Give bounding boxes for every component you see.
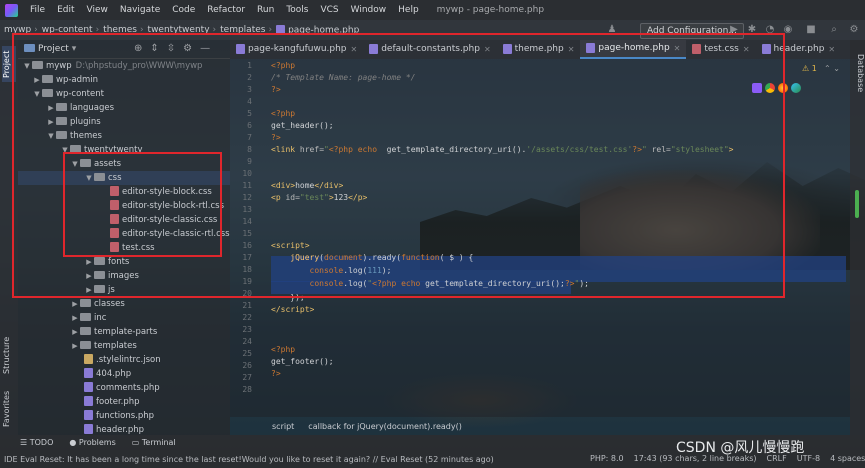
line-number: 24 bbox=[242, 337, 252, 346]
line-number: 22 bbox=[242, 313, 252, 322]
chevron-right-icon: ▶ bbox=[72, 314, 78, 322]
menu-edit[interactable]: Edit bbox=[51, 5, 80, 15]
info-icon: ● bbox=[69, 438, 77, 447]
line-number: 27 bbox=[242, 373, 252, 382]
problems-label: Problems bbox=[78, 438, 116, 447]
menu-view[interactable]: View bbox=[81, 5, 114, 15]
menu-code[interactable]: Code bbox=[166, 5, 201, 15]
php-file-icon bbox=[84, 409, 93, 420]
code-breadcrumb: script callback for jQuery(document).rea… bbox=[230, 419, 790, 433]
tree-item-label: inc bbox=[94, 313, 107, 323]
menu-window[interactable]: Window bbox=[345, 5, 393, 15]
settings-icon[interactable]: ⚙ bbox=[848, 24, 860, 36]
php-version[interactable]: PHP: 8.0 bbox=[590, 454, 624, 463]
tree-item[interactable]: ▶ template-parts bbox=[70, 325, 157, 339]
tree-item[interactable]: ▶ inc bbox=[70, 311, 106, 325]
menu-navigate[interactable]: Navigate bbox=[114, 5, 166, 15]
code-line: </script> bbox=[271, 305, 315, 314]
terminal-icon: ▭ bbox=[131, 438, 140, 447]
code-breadcrumb-item[interactable]: callback for jQuery(document).ready() bbox=[308, 422, 462, 431]
tree-item[interactable]: .stylelintrc.json bbox=[84, 353, 161, 367]
line-number: 25 bbox=[242, 349, 252, 358]
todo-tool-button[interactable]: ☰ TODO bbox=[20, 438, 53, 447]
window-title: mywp - page-home.php bbox=[436, 5, 545, 15]
navigate-problems-icon[interactable]: ⌃ ⌄ bbox=[824, 64, 840, 73]
code-breadcrumb-item[interactable]: script bbox=[272, 422, 294, 431]
chevron-right-icon: ▶ bbox=[72, 328, 78, 336]
todo-label: TODO bbox=[29, 438, 54, 447]
terminal-tool-button[interactable]: ▭ Terminal bbox=[132, 438, 176, 447]
menu-run[interactable]: Run bbox=[251, 5, 280, 15]
php-file-icon bbox=[84, 381, 93, 392]
scroll-marker bbox=[855, 190, 859, 218]
line-number: 23 bbox=[242, 325, 252, 334]
tree-item-label: templates bbox=[94, 341, 137, 351]
line-number: 26 bbox=[242, 361, 252, 370]
json-file-icon bbox=[84, 353, 93, 364]
tree-item[interactable]: 404.php bbox=[84, 367, 131, 381]
phpstorm-logo-icon bbox=[5, 3, 18, 17]
line-number: 28 bbox=[242, 385, 252, 394]
folder-icon bbox=[80, 298, 91, 307]
chevron-right-icon: ▶ bbox=[72, 342, 78, 350]
tree-item[interactable]: ▶ classes bbox=[70, 297, 125, 311]
folder-icon bbox=[80, 312, 91, 321]
warning-count: 1 bbox=[811, 64, 817, 73]
terminal-label: Terminal bbox=[141, 438, 176, 447]
ide-window: File Edit View Navigate Code Refactor Ru… bbox=[0, 0, 865, 468]
watermark: CSDN @风儿慢慢跑 bbox=[676, 440, 805, 456]
tree-item[interactable]: footer.php bbox=[84, 395, 140, 409]
tool-tab-favorites[interactable]: Favorites bbox=[2, 385, 16, 433]
folder-icon bbox=[80, 340, 91, 349]
menu-file[interactable]: File bbox=[24, 5, 51, 15]
php-file-icon bbox=[84, 395, 93, 406]
code-line: <?php bbox=[271, 345, 296, 354]
tree-item-label: footer.php bbox=[96, 397, 140, 407]
edge-icon[interactable] bbox=[791, 83, 801, 93]
annotation-box-css-folder bbox=[63, 152, 222, 257]
list-icon: ☰ bbox=[20, 438, 28, 447]
tree-item-label: comments.php bbox=[96, 383, 160, 393]
line-number: 21 bbox=[242, 301, 252, 310]
tree-item[interactable]: comments.php bbox=[84, 381, 160, 395]
menu-vcs[interactable]: VCS bbox=[314, 5, 344, 15]
status-message[interactable]: IDE Eval Reset: It has been a long time … bbox=[0, 455, 494, 464]
code-line: ?> bbox=[271, 369, 281, 378]
menu-tools[interactable]: Tools bbox=[280, 5, 314, 15]
menu-help[interactable]: Help bbox=[392, 5, 425, 15]
tree-item-label: 404.php bbox=[96, 369, 132, 379]
tree-item-label: header.php bbox=[96, 425, 145, 435]
tool-tab-database[interactable]: Database bbox=[851, 48, 865, 98]
indent-setting[interactable]: 4 spaces bbox=[830, 454, 865, 463]
right-tool-strip: Database bbox=[850, 40, 865, 435]
title-bar: File Edit View Navigate Code Refactor Ru… bbox=[0, 0, 865, 20]
tree-item-label: template-parts bbox=[94, 327, 158, 337]
warning-indicator[interactable]: ⚠ 1 bbox=[802, 64, 817, 73]
tree-item[interactable]: functions.php bbox=[84, 409, 154, 423]
problems-tool-button[interactable]: ● Problems bbox=[69, 438, 115, 447]
tree-item[interactable]: ▶ templates bbox=[70, 339, 137, 353]
menu-refactor[interactable]: Refactor bbox=[201, 5, 251, 15]
tree-item-label: classes bbox=[94, 299, 125, 309]
tree-item-label: .stylelintrc.json bbox=[96, 355, 161, 365]
code-line: get_footer(); bbox=[271, 357, 334, 366]
close-icon[interactable]: ✕ bbox=[828, 40, 835, 59]
php-file-icon bbox=[84, 423, 93, 434]
stop-icon[interactable]: ■ bbox=[805, 24, 817, 36]
tool-tab-structure[interactable]: Structure bbox=[2, 330, 16, 380]
folder-icon bbox=[80, 326, 91, 335]
warning-icon: ⚠ bbox=[802, 64, 810, 73]
chevron-right-icon: ▶ bbox=[72, 300, 78, 308]
tree-item-label: functions.php bbox=[96, 411, 155, 421]
search-icon[interactable]: ⌕ bbox=[828, 24, 840, 36]
php-file-icon bbox=[84, 367, 93, 378]
